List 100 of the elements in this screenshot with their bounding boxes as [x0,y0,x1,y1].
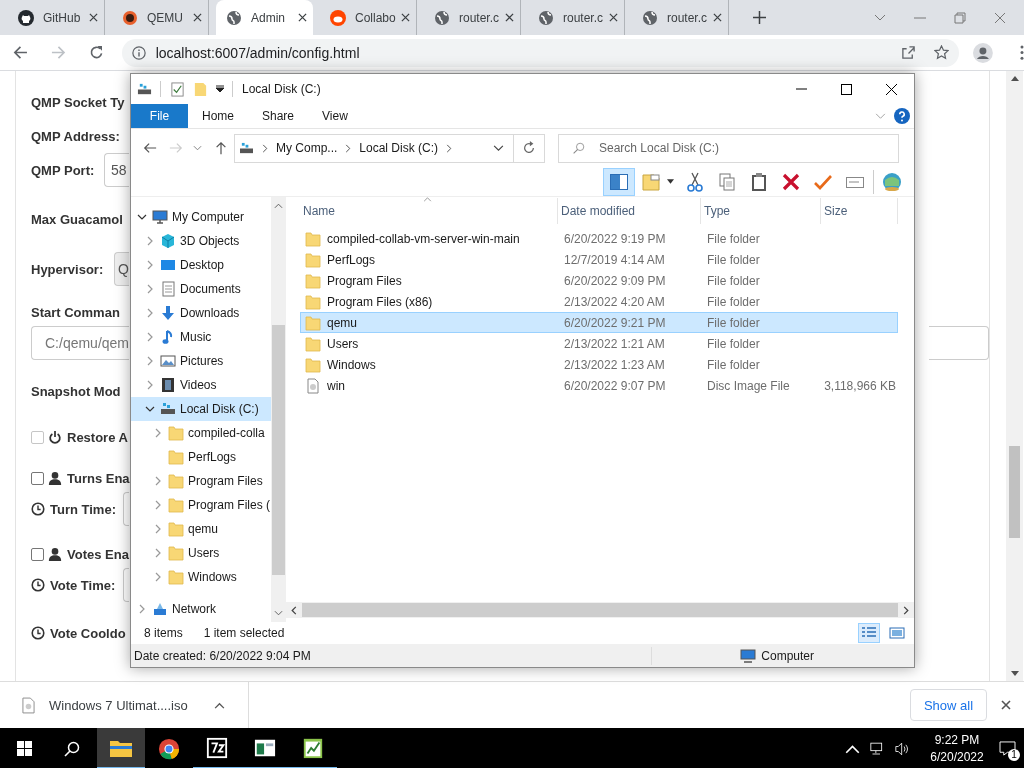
chevron-down-icon[interactable] [145,404,155,414]
scrollbar[interactable] [271,197,286,622]
tree-item[interactable]: Program Files ( [131,493,271,517]
browser-tab[interactable]: router.c [632,0,729,35]
chevron-right-icon[interactable] [345,143,352,153]
scrollbar[interactable] [1006,71,1023,681]
close-icon[interactable] [298,13,307,22]
breadcrumb-item[interactable]: Local Disk (C:) [359,141,439,155]
search-field[interactable]: Search Local Disk (C:) [558,133,899,163]
dropdown-icon[interactable] [493,144,504,152]
file-row[interactable]: PerfLogs 12/7/2019 4:14 AM File folder [300,249,898,270]
tree-item[interactable]: Music [131,325,271,349]
dropdown-caret-icon[interactable] [216,85,224,93]
close-icon[interactable] [609,13,618,22]
star-icon[interactable] [934,45,950,60]
chevron-right-icon[interactable] [153,500,163,510]
tree-item[interactable]: Pictures [131,349,271,373]
forward-arrow-icon[interactable] [50,45,66,60]
browser-tab[interactable]: GitHub [8,0,105,35]
menu-icon[interactable] [1020,45,1024,60]
reload-icon[interactable] [88,45,104,60]
chevron-right-icon[interactable] [153,428,163,438]
chevron-right-icon[interactable] [145,380,155,390]
scroll-up-arrow-icon[interactable] [1010,76,1019,81]
back-arrow-icon[interactable] [13,45,28,60]
tree-item[interactable]: Program Files [131,469,271,493]
scrollbar-thumb[interactable] [302,603,898,617]
chevron-right-icon[interactable] [153,476,163,486]
scrollbar[interactable] [286,602,914,618]
tree-item[interactable]: Downloads [131,301,271,325]
chevron-right-icon[interactable] [262,143,268,153]
file-row[interactable]: qemu 6/20/2022 9:21 PM File folder [300,312,898,333]
file-row[interactable]: win 6/20/2022 9:07 PM Disc Image File 3,118,966 KB [300,375,898,396]
chevron-right-icon[interactable] [153,572,163,582]
checkbox[interactable] [31,471,44,485]
tree-item[interactable]: Windows [131,565,271,589]
taskbar-app[interactable] [97,728,145,768]
column-header[interactable]: Size [821,198,898,224]
browser-tab[interactable]: router.c [424,0,521,35]
file-row[interactable]: Users 2/13/2022 1:21 AM File folder [300,333,898,354]
ribbon-tab[interactable]: Share [262,109,295,123]
help-icon[interactable] [894,108,910,124]
chevron-right-icon[interactable] [145,260,155,270]
browser-tab[interactable]: router.c [528,0,625,35]
input-field[interactable]: 58 [104,153,129,187]
download-filename[interactable]: Windows 7 Ultimat....iso [49,697,188,713]
checkbox[interactable] [31,547,44,561]
input-field[interactable] [123,568,129,602]
chevron-right-icon[interactable] [137,604,147,614]
command-field[interactable]: C:/qemu/qem [31,326,129,360]
input-field[interactable] [123,492,129,526]
tree-item[interactable]: Videos [131,373,271,397]
clock[interactable]: 9:22 PM 6/20/2022 [924,731,990,766]
close-icon[interactable] [505,13,514,22]
back-arrow-icon[interactable] [143,141,157,155]
browser-tab[interactable]: QEMU [112,0,209,35]
file-row[interactable]: Program Files 6/20/2022 9:09 PM File folder [300,270,898,291]
show-all-button[interactable]: Show all [910,689,987,721]
new-tab-icon[interactable] [753,11,766,24]
tree-item[interactable]: qemu [131,517,271,541]
scroll-down-arrow-icon[interactable] [1010,671,1019,676]
tree-item[interactable]: Network [131,597,271,621]
ribbon-tab[interactable]: Home [202,109,234,123]
close-icon[interactable] [193,13,202,22]
volume-icon[interactable] [895,741,910,756]
address-field[interactable]: My Comp... Local Disk (C:) [234,133,545,163]
address-bar[interactable]: localhost:6007/admin/config.html [121,38,960,67]
restore-icon[interactable] [954,11,966,24]
tree-item[interactable]: Users [131,541,271,565]
recent-dropdown-icon[interactable] [193,145,202,151]
tree-item[interactable]: Desktop [131,253,271,277]
chevron-down-icon[interactable] [137,212,147,222]
properties-icon[interactable] [170,81,185,97]
chevron-right-icon[interactable] [145,356,155,366]
close-icon[interactable] [401,13,410,22]
chevron-right-icon[interactable] [145,308,155,318]
chevron-right-icon[interactable] [446,143,453,153]
caret-up-icon[interactable] [213,701,225,709]
tree-item[interactable]: 3D Objects [131,229,271,253]
file-row[interactable]: Program Files (x86) 2/13/2022 4:20 AM File folder [300,291,898,312]
share-icon[interactable] [901,45,917,60]
breadcrumb-item[interactable]: My Comp... [276,141,338,155]
tree-item[interactable]: Documents [131,277,271,301]
chevron-right-icon[interactable] [145,284,155,294]
tree-item[interactable]: compiled-colla [131,421,271,445]
file-menu-tab[interactable]: File [131,104,188,128]
chevron-right-icon[interactable] [145,236,155,246]
column-header[interactable]: Name [300,198,558,224]
details-view-button[interactable] [858,623,880,643]
close-icon[interactable] [89,13,98,22]
file-row[interactable]: Windows 2/13/2022 1:23 AM File folder [300,354,898,375]
tree-item[interactable]: PerfLogs [131,445,271,469]
ribbon-tab[interactable]: View [322,109,348,123]
browser-tab[interactable]: Admin [216,0,313,35]
chevron-right-icon[interactable] [153,524,163,534]
column-header[interactable]: Type [701,198,821,224]
scrollbar-thumb[interactable] [1009,446,1020,538]
tree-item[interactable]: Local Disk (C:) [131,397,271,421]
column-header[interactable]: Date modified [558,198,701,224]
preview-pane-button[interactable] [603,167,635,196]
